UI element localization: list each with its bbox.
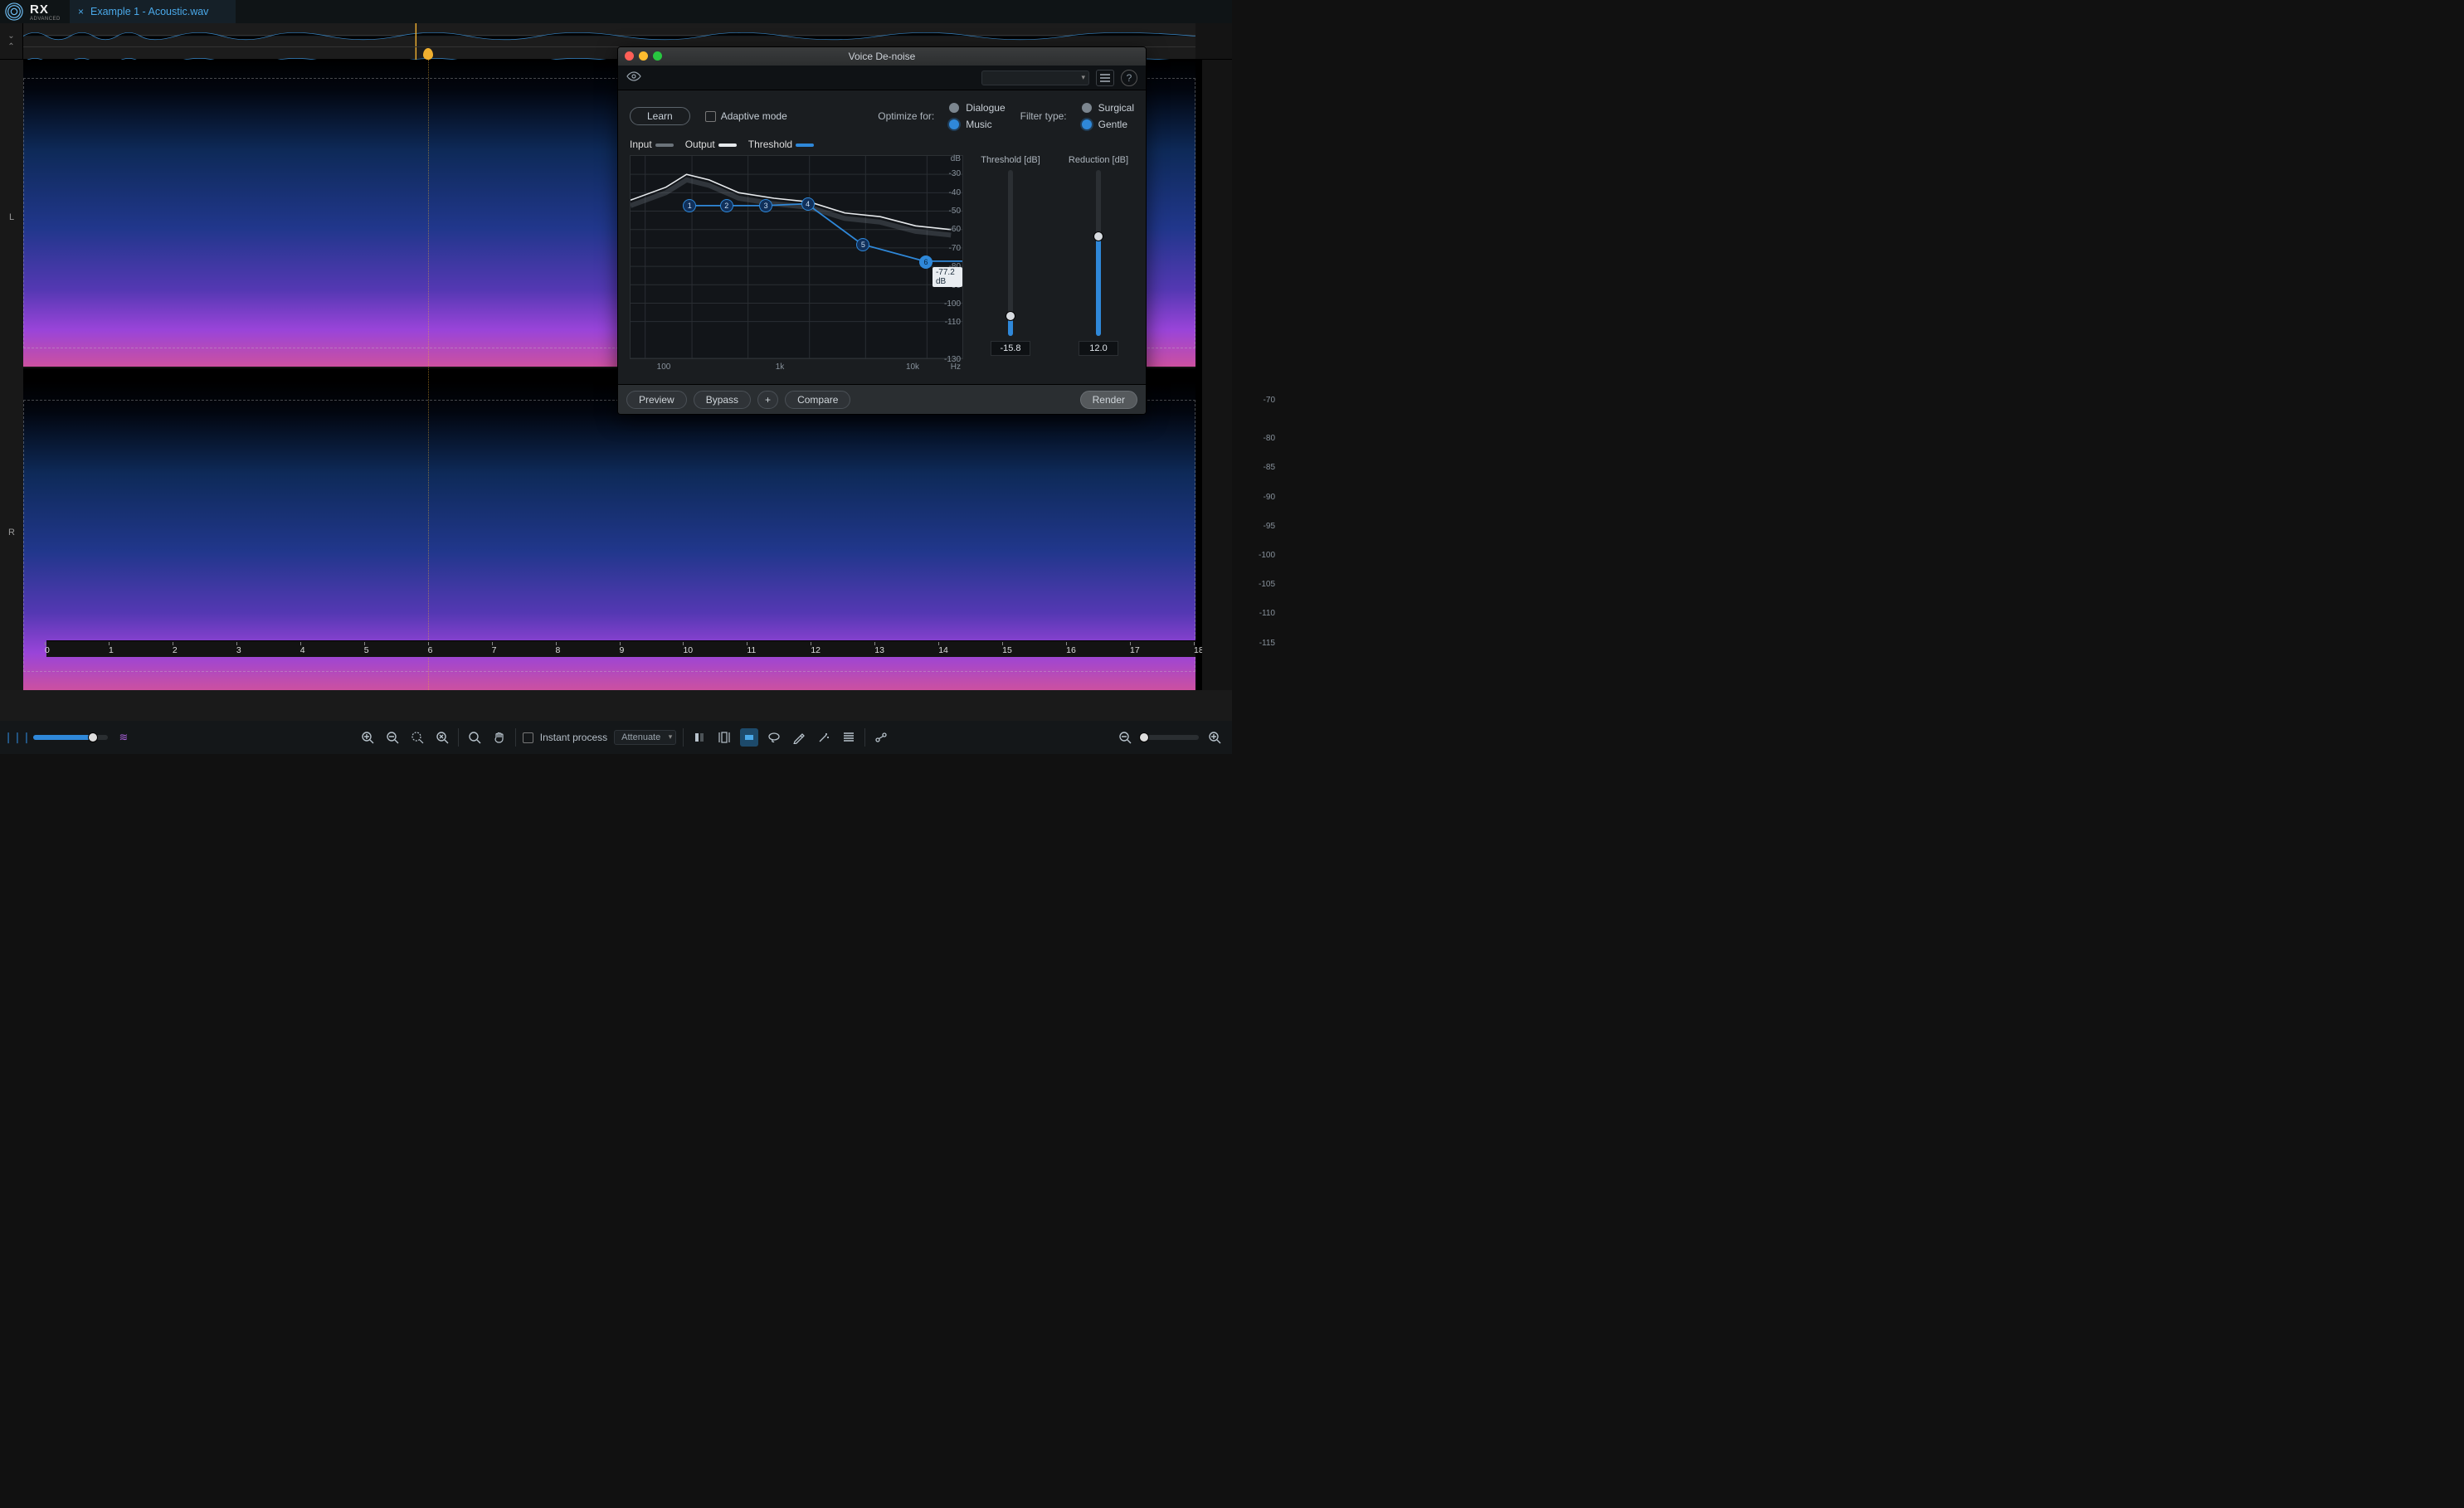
radio-dialogue[interactable] [949, 103, 959, 113]
window-zoom-icon[interactable] [653, 51, 662, 61]
radio-music[interactable] [949, 119, 959, 129]
spectrogram-view-icon[interactable]: ≋ [114, 728, 133, 747]
window-close-icon[interactable] [625, 51, 634, 61]
learn-button[interactable]: Learn [630, 107, 690, 125]
reduction-slider[interactable] [1096, 170, 1101, 336]
eq-node-4[interactable]: 4 [801, 197, 815, 211]
hamburger-menu-icon[interactable] [1096, 70, 1114, 86]
adaptive-mode-checkbox[interactable] [705, 111, 716, 122]
instant-process-checkbox[interactable] [523, 732, 533, 743]
preset-dropdown[interactable] [981, 71, 1089, 85]
panel-titlebar[interactable]: Voice De-noise [618, 47, 1146, 66]
legend-output-swatch [718, 144, 737, 147]
legend-output-label: Output [685, 139, 715, 150]
vzoom-slider[interactable] [1141, 735, 1199, 740]
render-button[interactable]: Render [1080, 391, 1137, 409]
wand-tool-icon[interactable] [815, 728, 833, 747]
legend-input-label: Input [630, 139, 652, 150]
bypass-button[interactable]: Bypass [694, 391, 751, 409]
zoom-tool-icon[interactable] [465, 728, 484, 747]
threshold-slider[interactable] [1008, 170, 1013, 336]
eq-node-2[interactable]: 2 [720, 199, 733, 212]
timefreq-select-tool-icon[interactable] [715, 728, 733, 747]
channel-right-label: R [0, 375, 23, 690]
brush-tool-icon[interactable] [790, 728, 808, 747]
voice-denoise-panel: Voice De-noise ? Learn Adaptive mode Opt… [617, 46, 1147, 415]
filter-type-radiogroup: SurgicalGentle [1082, 102, 1134, 130]
file-tab-label: Example 1 - Acoustic.wav [90, 6, 208, 17]
vzoom-in-icon[interactable] [1205, 728, 1224, 747]
compare-button[interactable]: Compare [785, 391, 850, 409]
bottom-toolbar: ❘❘❘ ≋ Instant process Attenuate [0, 721, 1232, 754]
instant-process-label: Instant process [540, 732, 607, 743]
file-tab[interactable]: × Example 1 - Acoustic.wav [70, 0, 236, 23]
denoise-eq-graph[interactable]: Hz -30-40-50-60-70-80-90-100-110-130dB10… [630, 155, 963, 359]
adaptive-mode-label: Adaptive mode [721, 110, 787, 122]
izotope-logo-icon [0, 0, 28, 23]
close-icon[interactable]: × [78, 6, 84, 17]
freq-select-tool-icon[interactable] [740, 728, 758, 747]
eq-node-5[interactable]: 5 [856, 238, 869, 251]
eq-node-tooltip: -77.2 dB [933, 267, 962, 287]
reduction-slider-label: Reduction [dB] [1069, 155, 1128, 165]
time-select-tool-icon[interactable] [690, 728, 709, 747]
help-icon[interactable]: ? [1121, 70, 1137, 86]
optimize-for-label: Optimize for: [878, 110, 934, 122]
legend-input-swatch [655, 144, 674, 147]
time-ruler[interactable]: sec 0123456789101112131415161718 [46, 640, 1195, 657]
spec-wave-mix-slider[interactable] [33, 735, 108, 740]
eq-node-1[interactable]: 1 [683, 199, 696, 212]
waveform-view-icon[interactable]: ❘❘❘ [8, 728, 27, 747]
legend-threshold-swatch [796, 144, 814, 147]
hand-tool-icon[interactable] [490, 728, 509, 747]
zoom-in-icon[interactable] [358, 728, 377, 747]
eq-node-6[interactable]: 6 [919, 255, 933, 269]
eq-node-3[interactable]: 3 [759, 199, 772, 212]
radio-gentle[interactable] [1082, 119, 1092, 129]
zoom-selection-icon[interactable] [408, 728, 426, 747]
harmonic-select-icon[interactable] [840, 728, 858, 747]
vzoom-out-icon[interactable] [1116, 728, 1134, 747]
overview-collapse-toggle[interactable]: ⌄⌃ [0, 23, 23, 59]
optimize-for-radiogroup: DialogueMusic [949, 102, 1005, 130]
instant-process-mode-dropdown[interactable]: Attenuate [614, 730, 676, 745]
threshold-value[interactable]: -15.8 [991, 341, 1030, 356]
lasso-tool-icon[interactable] [765, 728, 783, 747]
threshold-slider-label: Threshold [dB] [981, 155, 1040, 165]
preview-button[interactable]: Preview [626, 391, 687, 409]
playhead-marker-icon[interactable] [423, 48, 433, 60]
playhead-line [428, 60, 429, 690]
zoom-out-icon[interactable] [383, 728, 402, 747]
eye-icon[interactable] [626, 71, 641, 85]
legend-threshold-label: Threshold [748, 139, 792, 150]
channel-left-label: L [0, 60, 23, 375]
reduction-value[interactable]: 12.0 [1079, 341, 1118, 356]
product-label: RX ADVANCED [28, 0, 70, 23]
zoom-fit-icon[interactable] [433, 728, 451, 747]
window-minimize-icon[interactable] [639, 51, 648, 61]
filter-type-label: Filter type: [1020, 110, 1067, 122]
radio-surgical[interactable] [1082, 103, 1092, 113]
panel-title-label: Voice De-noise [849, 51, 916, 62]
add-compare-button[interactable]: + [757, 391, 778, 409]
connect-nodes-icon[interactable] [872, 728, 890, 747]
